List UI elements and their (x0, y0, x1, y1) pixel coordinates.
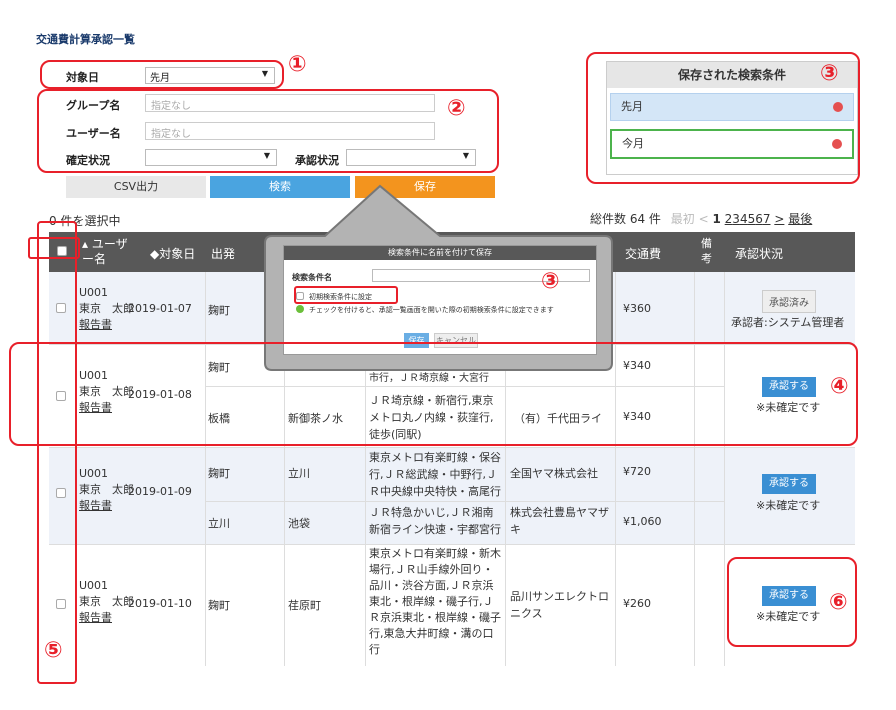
approve-button[interactable]: 承認する (762, 474, 816, 494)
csv-button[interactable]: CSV出力 (66, 176, 206, 198)
approved-badge: 承認済み (762, 290, 816, 313)
col-line (205, 272, 206, 666)
page-title: 交通費計算承認一覧 (36, 33, 135, 46)
route-cell: 東京メトロ有楽町線・保谷行,ＪＲ総武線・中野行,ＪＲ中央線中央特快・高尾行 (369, 451, 501, 498)
fare-cell: ¥1,060 (623, 515, 662, 528)
fare-cell: ¥260 (623, 597, 651, 610)
col-line (724, 272, 725, 666)
help-icon (296, 305, 304, 313)
date-cell: 2019-01-09 (128, 485, 192, 498)
callout-4: ④ (830, 374, 849, 399)
user-name: 東京 太郎 (79, 483, 134, 496)
company-cell: 品川サンエレクトロニクス (510, 590, 609, 620)
page-4[interactable]: 4 (740, 212, 748, 226)
annotation-box-4 (9, 342, 858, 446)
unconfirmed-note: ※未確定です (756, 499, 821, 512)
user-id: U001 (79, 579, 109, 592)
user-cell: U001 東京 太郎報告書 (79, 285, 134, 333)
from-cell: 麹町 (208, 467, 230, 480)
row-divider (49, 447, 855, 448)
header-fare: 交通費 (625, 247, 662, 261)
page-1: 1 (712, 212, 721, 226)
page-7[interactable]: 7 (763, 212, 771, 226)
header-user[interactable]: ▴ ユーザー名 (82, 237, 134, 267)
row-divider (49, 544, 855, 545)
report-link[interactable]: 報告書 (79, 611, 112, 624)
date-cell: 2019-01-10 (128, 597, 192, 610)
page-next[interactable]: > (774, 212, 784, 226)
callout-5: ⑤ (44, 638, 63, 663)
from-cell: 麹町 (208, 304, 230, 317)
to-cell: 立川 (288, 467, 310, 480)
annotation-box-5 (37, 221, 77, 684)
date-cell: 2019-01-07 (128, 302, 192, 315)
report-link[interactable]: 報告書 (79, 318, 112, 331)
condition-name-label: 検索条件名 (292, 273, 332, 282)
callout-3: ③ (820, 61, 839, 86)
annotation-box-1 (40, 60, 284, 89)
callout-6: ⑥ (829, 590, 848, 615)
to-cell: 荏原町 (288, 599, 321, 612)
company-cell: 株式会社豊島ヤマザキ (510, 506, 609, 536)
pagination: 総件数 64 件 最初 < 1 234567 > 最後 (590, 210, 812, 227)
header-date-label: 対象日 (159, 247, 196, 261)
approver-note: 承認者:システム管理者 (731, 316, 845, 329)
segment-divider (205, 501, 725, 502)
page-first: 最初 (670, 212, 695, 226)
annotation-box-3b (294, 286, 398, 304)
annotation-box-2 (37, 89, 499, 173)
fare-cell: ¥360 (623, 302, 651, 315)
report-link[interactable]: 報告書 (79, 499, 112, 512)
route-cell: 東京メトロ有楽町線・新木場行,ＪＲ山手線外回り・品川・渋谷方面,ＪＲ京浜東北・根… (369, 547, 501, 656)
page-prev: < (698, 212, 709, 226)
from-cell: 立川 (208, 517, 230, 530)
route-cell: ＪＲ特急かいじ,ＪＲ湘南新宿ライン快速・宇都宮行 (369, 506, 501, 536)
page-6[interactable]: 6 (755, 212, 763, 226)
header-status: 承認状況 (735, 247, 784, 261)
header-from: 出発 (211, 247, 236, 261)
modal-title: 検索条件に名前を付けて保存 (284, 246, 596, 260)
header-user-label: ユーザー名 (82, 237, 128, 266)
page-last[interactable]: 最後 (788, 212, 812, 226)
user-id: U001 (79, 286, 109, 299)
fare-cell: ¥720 (623, 465, 651, 478)
callout-1: ① (288, 52, 307, 77)
header-remarks: 備考 (701, 237, 712, 265)
page-3[interactable]: 3 (732, 212, 740, 226)
callout-3-modal: ③ (541, 269, 560, 294)
user-name: 東京 太郎 (79, 302, 134, 315)
header-date[interactable]: ◆対象日 (150, 245, 195, 262)
user-cell: U001 東京 太郎報告書 (79, 578, 134, 626)
from-cell: 麹町 (208, 599, 230, 612)
col-line (694, 272, 695, 666)
annotation-box-3 (586, 52, 860, 184)
modal-hint: チェックを付けると、承認一覧画面を開いた際の初期検索条件に設定できます (309, 306, 554, 314)
user-name: 東京 太郎 (79, 595, 134, 608)
to-cell: 池袋 (288, 517, 310, 530)
user-cell: U001 東京 太郎報告書 (79, 466, 134, 514)
callout-2: ② (447, 96, 466, 121)
user-id: U001 (79, 467, 109, 480)
company-cell: 全国ヤマ株式会社 (510, 467, 598, 480)
